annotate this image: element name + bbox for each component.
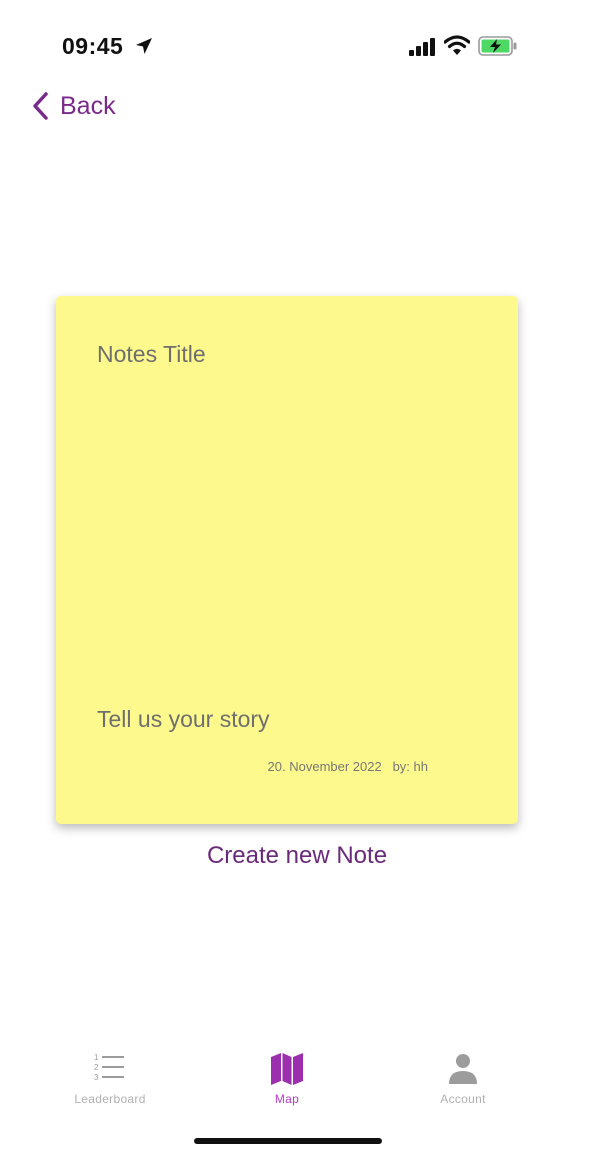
note-author: by: hh [392, 759, 428, 774]
tab-label-leaderboard: Leaderboard [74, 1092, 146, 1106]
tab-leaderboard[interactable]: 1 2 3 Leaderboard [45, 1050, 175, 1106]
map-icon [271, 1053, 303, 1085]
tab-bar: 1 2 3 Leaderboard Map Account [0, 1050, 594, 1120]
note-story-input[interactable]: Tell us your story [97, 706, 270, 733]
note-card: Notes Title Tell us your story 20. Novem… [56, 296, 518, 824]
chevron-left-icon [33, 92, 48, 120]
note-meta: 20. November 2022 by: hh [268, 759, 428, 774]
status-time: 09:45 [62, 33, 124, 59]
note-date: 20. November 2022 [267, 759, 382, 774]
tab-map[interactable]: Map [222, 1050, 352, 1106]
battery-charging-icon [478, 36, 517, 56]
note-title-input[interactable]: Notes Title [97, 341, 206, 368]
signal-icon [409, 38, 435, 56]
tab-account[interactable]: Account [398, 1050, 528, 1106]
status-bar: 09:45 [0, 0, 594, 80]
home-indicator[interactable] [194, 1138, 382, 1144]
svg-text:2: 2 [94, 1063, 99, 1072]
wifi-icon [444, 35, 470, 55]
location-arrow-icon [136, 38, 152, 54]
back-button[interactable]: Back [30, 86, 116, 126]
tab-label-map: Map [274, 1092, 300, 1106]
create-note-button[interactable]: Create new Note [0, 842, 594, 870]
svg-text:3: 3 [94, 1073, 99, 1082]
tab-label-account: Account [440, 1092, 486, 1106]
back-label: Back [60, 91, 116, 120]
person-icon [449, 1054, 477, 1084]
screen: 09:45 Back Notes Title Tell us your stor… [0, 0, 594, 1156]
svg-text:1: 1 [94, 1053, 99, 1062]
list-numbered-icon: 1 2 3 [94, 1053, 124, 1082]
